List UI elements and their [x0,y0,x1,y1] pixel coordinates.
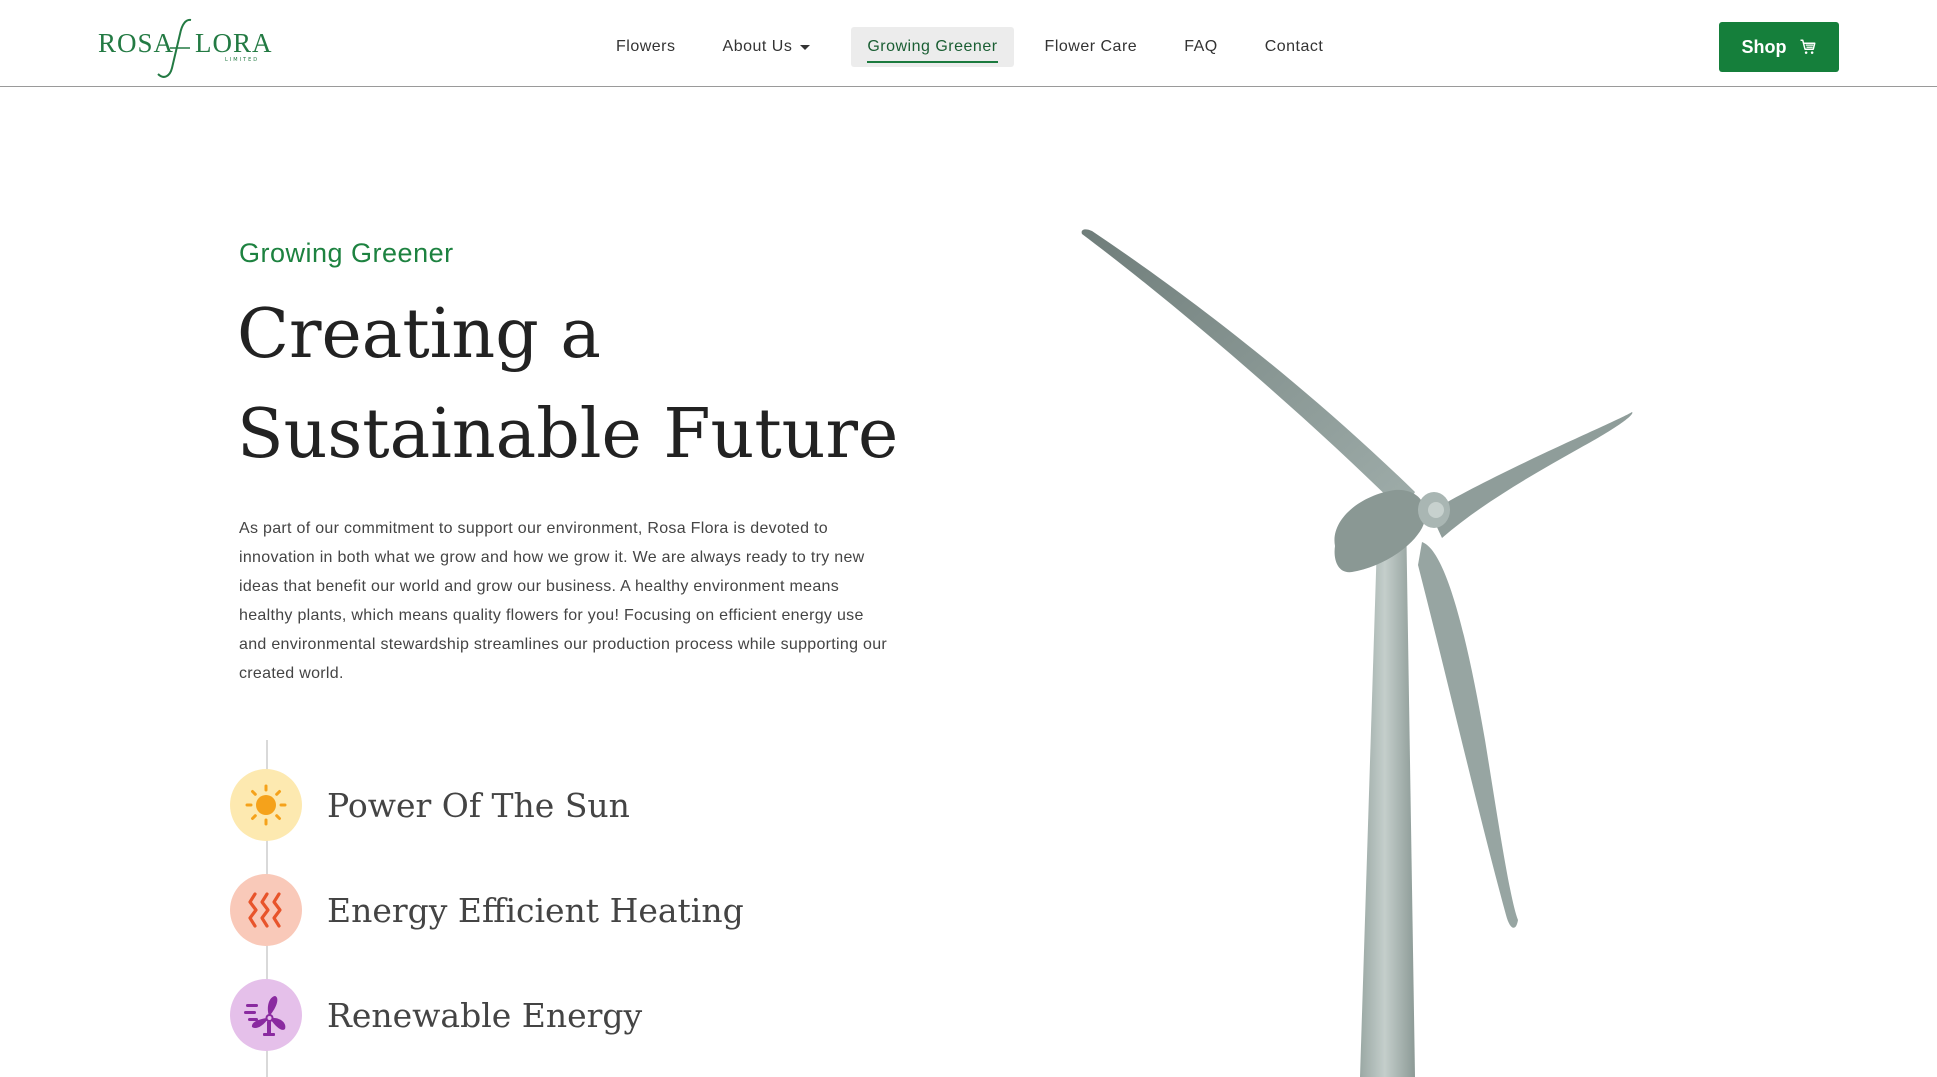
page: ROSA LORA LIMITED Flowers About Us Growi… [0,0,1937,1077]
nav-item-flower-care[interactable]: Flower Care [1029,27,1154,67]
nav-item-flowers[interactable]: Flowers [600,27,692,67]
wind-fan-icon [230,979,302,1051]
nav-item-label: Contact [1264,38,1324,55]
wind-turbine-image [1081,229,1633,1077]
cart-icon [1799,38,1817,56]
feature-item-sun: Power Of The Sun [230,768,630,842]
nav-item-contact[interactable]: Contact [1249,27,1340,67]
nav-item-label: Growing Greener [867,38,998,55]
sun-icon [230,769,302,841]
nav-item-about-us[interactable]: About Us [707,27,827,67]
nav-item-faq[interactable]: FAQ [1168,27,1234,67]
rosa-flora-logo[interactable]: ROSA LORA LIMITED [98,14,273,80]
shop-button-label: Shop [1741,36,1787,57]
shop-button[interactable]: Shop [1719,22,1839,72]
page-title-line-2: Sustainable Future [237,395,899,474]
nav-item-growing-greener[interactable]: Growing Greener [851,27,1014,67]
nav-item-label: FAQ [1184,38,1218,55]
feature-label: Energy Efficient Heating [327,890,744,930]
feature-item-heating: Energy Efficient Heating [230,873,744,947]
feature-label: Renewable Energy [327,995,643,1035]
main-nav: Flowers About Us Growing Greener Flower … [600,27,1339,67]
nav-item-label: Flower Care [1044,38,1138,55]
caret-down-icon [800,44,811,50]
nav-item-label: About Us [722,38,793,55]
page-title: Creating a Sustainable Future [237,285,937,485]
logo-text-right: LORA [195,28,273,58]
section-eyebrow: Growing Greener [239,238,454,268]
page-title-line-1: Creating a [237,295,601,374]
logo-tagline: LIMITED [225,57,260,63]
feature-label: Power Of The Sun [327,785,630,825]
active-underline [867,61,998,63]
site-header: ROSA LORA LIMITED Flowers About Us Growi… [0,0,1937,87]
heat-waves-icon [230,874,302,946]
feature-item-renewable: Renewable Energy [230,978,642,1052]
intro-paragraph: As part of our commitment to support our… [239,520,888,682]
nav-item-label: Flowers [616,38,676,55]
